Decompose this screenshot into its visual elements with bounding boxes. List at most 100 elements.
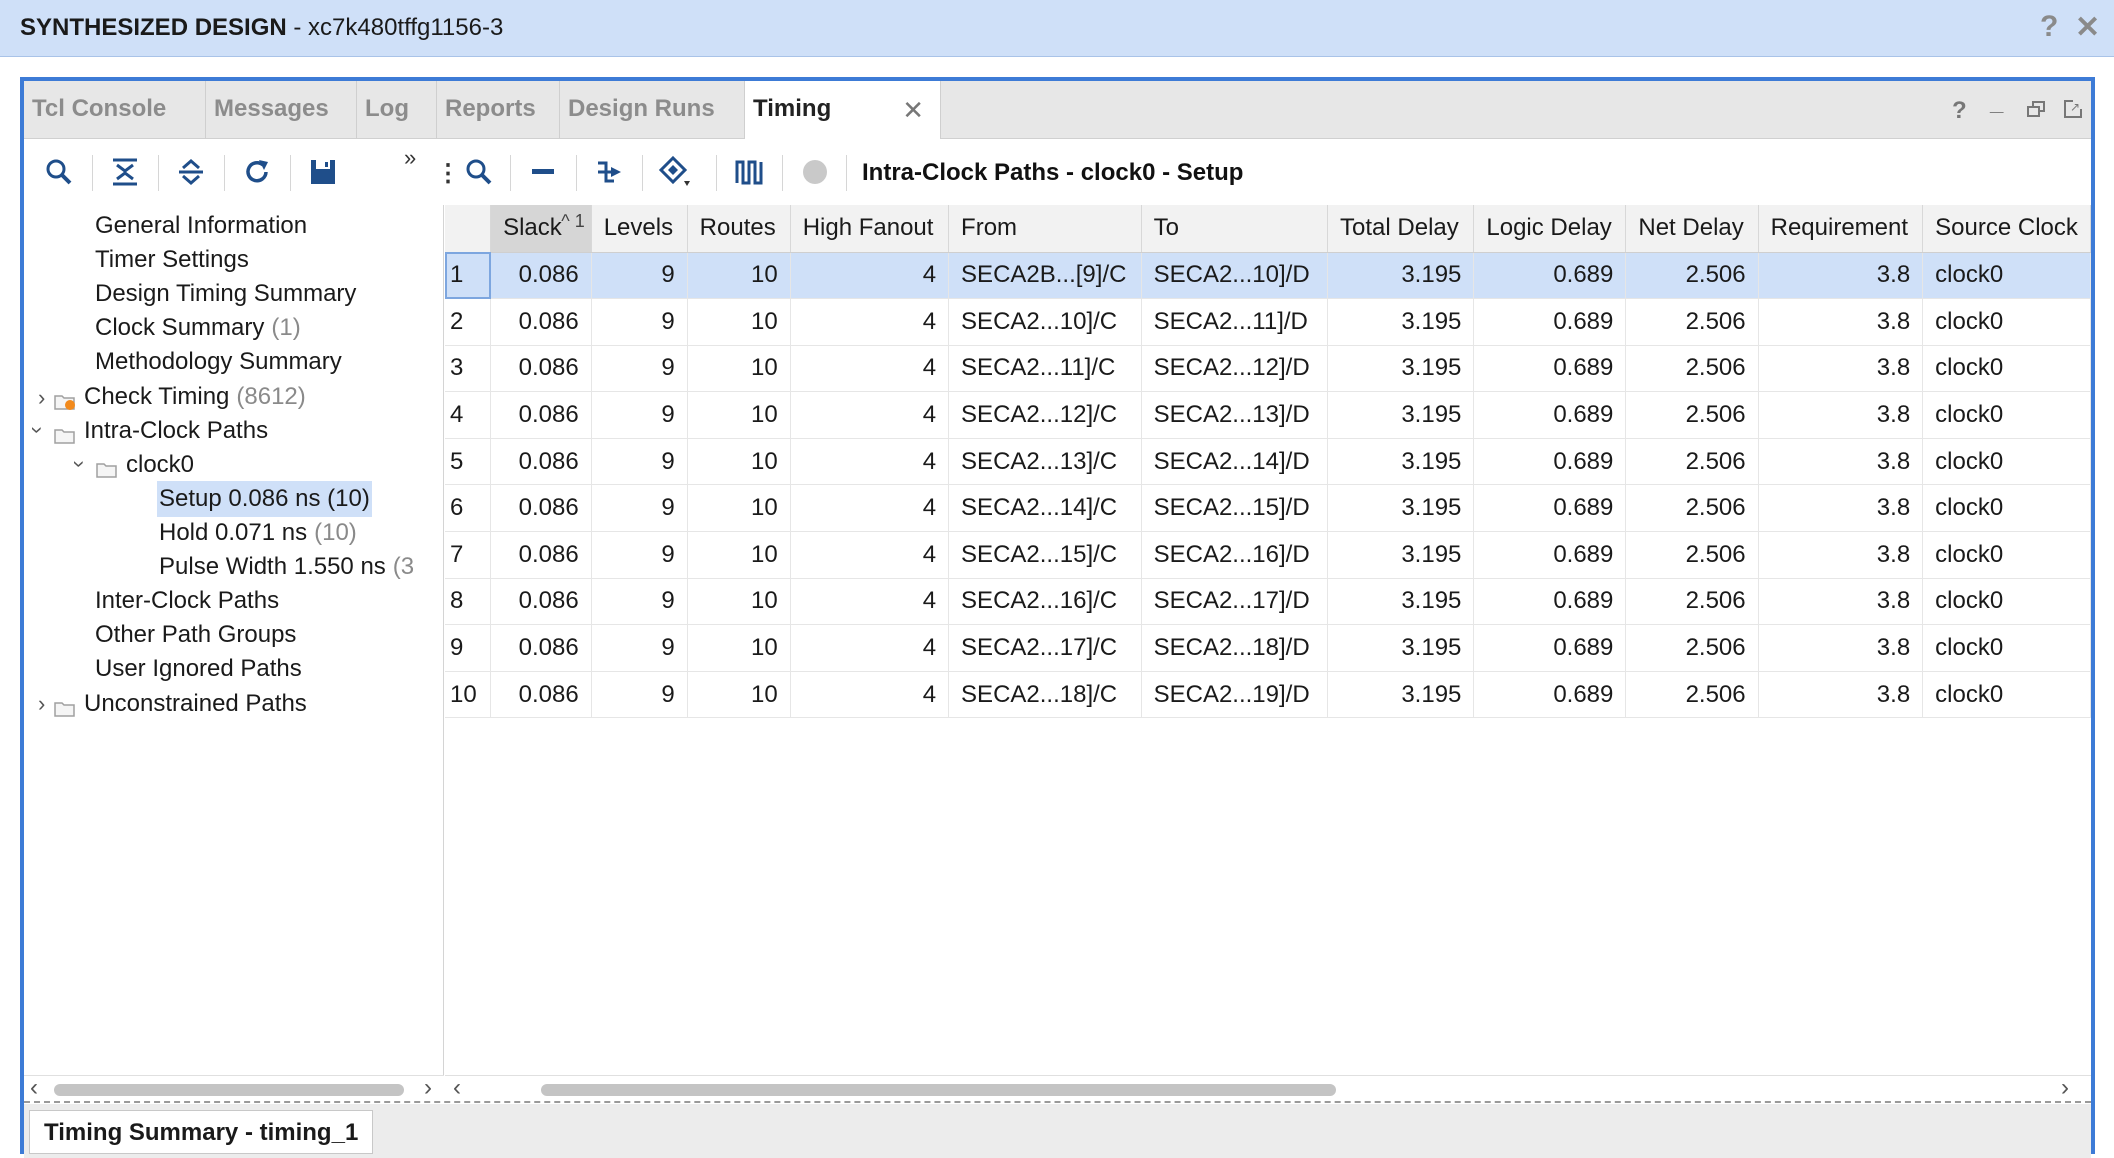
close-icon[interactable]: ✕: [902, 95, 924, 126]
tree-item-user-ignored-paths[interactable]: User Ignored Paths: [95, 649, 302, 689]
column-header-routes[interactable]: Routes: [687, 205, 791, 253]
table-cell: 9: [591, 484, 688, 533]
chevron-right-icon[interactable]: ›: [38, 691, 45, 717]
tree-item-unconstrained-paths[interactable]: Unconstrained Paths: [54, 684, 307, 724]
table-row[interactable]: 4 0.086 9 10 4 SECA2...12]/C SECA2...13]/D 3.19…: [445, 391, 2091, 439]
column-header-index[interactable]: [445, 205, 492, 253]
tab-tcl-console[interactable]: Tcl Console: [24, 81, 206, 139]
table-cell: 10: [445, 671, 492, 719]
chevron-right-icon[interactable]: ›: [38, 385, 45, 411]
table-cell: 4: [790, 671, 950, 719]
table-cell: 4: [790, 578, 950, 626]
chevron-right-icon[interactable]: ›: [2061, 1074, 2069, 1102]
tab-timing[interactable]: Timing ✕: [745, 81, 941, 139]
float-icon[interactable]: ↗: [2064, 100, 2082, 118]
table-cell: 0.086: [490, 671, 592, 719]
table-row[interactable]: 9 0.086 9 10 4 SECA2...17]/C SECA2...18]/D 3.19…: [445, 624, 2091, 672]
table-cell: SECA2...18]/C: [948, 671, 1142, 719]
table-cell: SECA2...18]/D: [1141, 624, 1329, 672]
table-cell: 1: [445, 252, 492, 300]
search-icon[interactable]: [456, 149, 502, 195]
highlight-icon[interactable]: [652, 149, 698, 195]
chevron-down-icon[interactable]: ›: [25, 426, 51, 433]
table-cell: 3.8: [1758, 624, 1924, 672]
column-header-to[interactable]: To: [1141, 205, 1329, 253]
chevron-left-icon[interactable]: ‹: [30, 1074, 38, 1102]
table-cell: 0.086: [490, 531, 592, 579]
close-icon[interactable]: ✕: [2075, 10, 2100, 45]
sort-ascending-icon: ^ 1: [561, 211, 585, 231]
table-cell: 2.506: [1625, 578, 1759, 626]
toolbar-overflow-icon[interactable]: »: [404, 145, 416, 171]
help-icon[interactable]: ?: [2040, 10, 2058, 44]
column-header-requirement[interactable]: Requirement: [1758, 205, 1924, 253]
table-row[interactable]: 8 0.086 9 10 4 SECA2...16]/C SECA2...17]/D 3.19…: [445, 578, 2091, 626]
save-icon[interactable]: [300, 149, 346, 195]
waveform-icon[interactable]: [726, 149, 772, 195]
table-row[interactable]: 1 0.086 9 10 4 SECA2B...[9]/C SECA2...10]/D 3.1…: [445, 252, 2091, 300]
table-cell: 0.689: [1473, 298, 1627, 346]
column-header-slack[interactable]: Slack ^ 1: [490, 205, 592, 253]
table-row[interactable]: 7 0.086 9 10 4 SECA2...15]/C SECA2...16]/D 3.19…: [445, 531, 2091, 579]
table-cell: SECA2...19]/D: [1141, 671, 1329, 719]
column-header-total-delay[interactable]: Total Delay: [1327, 205, 1475, 253]
table-cell: 3: [445, 345, 492, 393]
table-cell: clock0: [1922, 624, 2091, 672]
table-cell: 3.195: [1327, 252, 1475, 300]
table-row[interactable]: 3 0.086 9 10 4 SECA2...11]/C SECA2...12]/D 3.19…: [445, 345, 2091, 393]
table-cell: clock0: [1922, 438, 2091, 486]
table-cell: 3.195: [1327, 298, 1475, 346]
tab-log[interactable]: Log: [357, 81, 437, 139]
table-row[interactable]: 5 0.086 9 10 4 SECA2...13]/C SECA2...14]/D 3.19…: [445, 438, 2091, 486]
tab-messages[interactable]: Messages: [206, 81, 357, 139]
remove-icon[interactable]: [520, 149, 566, 195]
chevron-down-icon[interactable]: ›: [67, 460, 93, 467]
column-header-net-delay[interactable]: Net Delay: [1625, 205, 1759, 253]
tab-reports[interactable]: Reports: [437, 81, 560, 139]
table-cell: 7: [445, 531, 492, 579]
column-header-logic-delay[interactable]: Logic Delay: [1473, 205, 1627, 253]
table-cell: 2.506: [1625, 252, 1759, 300]
table-cell: 4: [790, 391, 950, 439]
chevron-left-icon[interactable]: ‹: [453, 1074, 461, 1102]
tab-timing-summary[interactable]: Timing Summary - timing_1: [29, 1110, 374, 1154]
table-row[interactable]: 10 0.086 9 10 4 SECA2...18]/C SECA2...19]/D 3.1…: [445, 671, 2091, 719]
table-cell: SECA2...12]/D: [1141, 345, 1329, 393]
table-cell: 0.086: [490, 624, 592, 672]
search-icon[interactable]: [36, 149, 82, 195]
column-header-from[interactable]: From: [948, 205, 1142, 253]
column-header-high-fanout[interactable]: High Fanout: [790, 205, 950, 253]
scrollbar-thumb[interactable]: [54, 1084, 404, 1096]
table-cell: 0.689: [1473, 252, 1627, 300]
table-cell: 0.086: [490, 252, 592, 300]
table-cell: 10: [687, 671, 791, 719]
path-step-icon[interactable]: [586, 149, 632, 195]
help-icon[interactable]: ?: [1952, 97, 1967, 125]
minimize-icon[interactable]: _: [1990, 89, 2003, 117]
table-row[interactable]: 2 0.086 9 10 4 SECA2...10]/C SECA2...11]/D 3.19…: [445, 298, 2091, 346]
scrollbar-thumb[interactable]: [541, 1084, 1336, 1096]
chevron-right-icon[interactable]: ›: [424, 1074, 432, 1102]
collapse-all-icon[interactable]: [102, 149, 148, 195]
expand-all-icon[interactable]: [168, 149, 214, 195]
column-header-source-clock[interactable]: Source Clock: [1922, 205, 2091, 253]
tab-design-runs[interactable]: Design Runs: [560, 81, 745, 139]
table-cell: 0.689: [1473, 484, 1627, 533]
table-cell: 9: [445, 624, 492, 672]
refresh-icon[interactable]: [234, 149, 280, 195]
table-horizontal-scrollbar[interactable]: ‹ ›: [445, 1074, 2091, 1102]
column-header-levels[interactable]: Levels: [591, 205, 688, 253]
table-cell: 8: [445, 578, 492, 626]
table-cell: clock0: [1922, 671, 2091, 719]
tree-horizontal-scrollbar[interactable]: ‹ ›: [24, 1074, 444, 1102]
table-cell: SECA2...11]/C: [948, 345, 1142, 393]
restore-icon[interactable]: [2027, 101, 2045, 117]
tree-item-methodology-summary[interactable]: Methodology Summary: [95, 342, 342, 382]
table-cell: 2.506: [1625, 484, 1759, 533]
table-row[interactable]: 6 0.086 9 10 4 SECA2...14]/C SECA2...15]/D 3.19…: [445, 484, 2091, 533]
table-cell: 10: [687, 345, 791, 393]
table-cell: 10: [687, 578, 791, 626]
window-title: SYNTHESIZED DESIGN - xc7k480tffg1156-3: [20, 14, 504, 41]
panel-divider[interactable]: [24, 1101, 2091, 1103]
table-cell: 9: [591, 671, 688, 719]
